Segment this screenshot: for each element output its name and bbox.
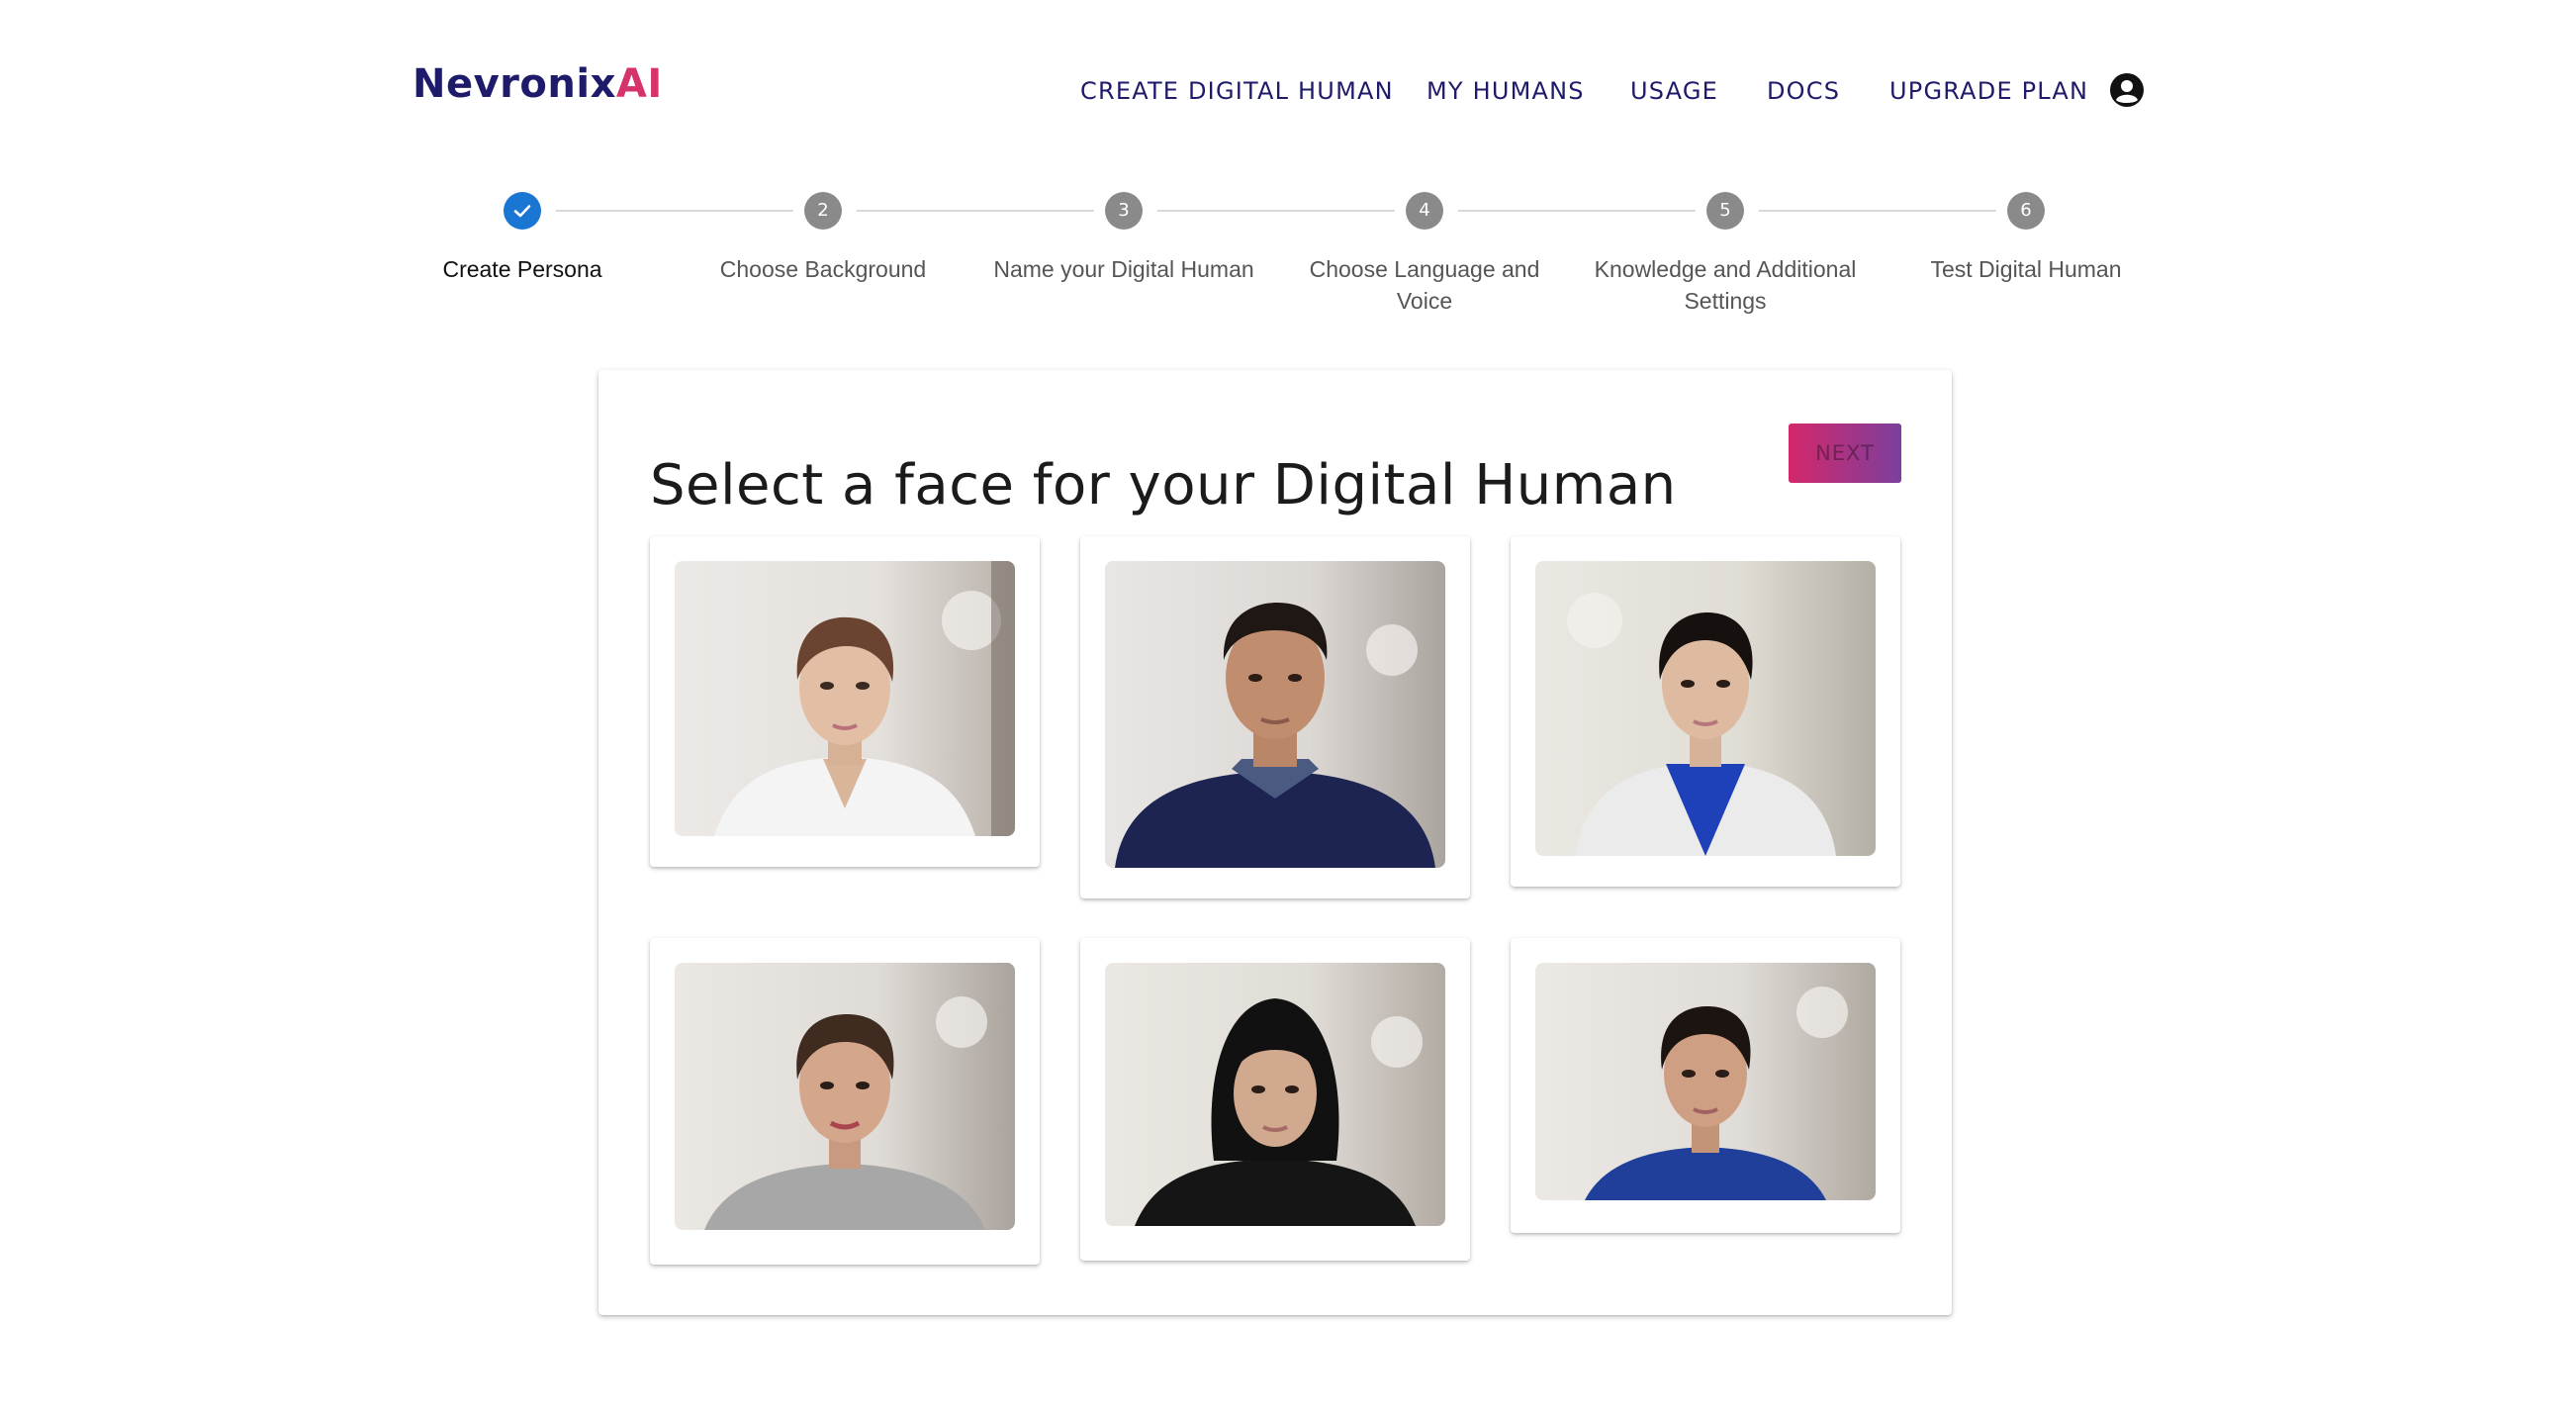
step-2-circle[interactable]: 2 (804, 192, 842, 230)
face-selection-card: Select a face for your Digital Human NEX… (598, 370, 1952, 1315)
nav-my-humans[interactable]: MY HUMANS (1426, 71, 1585, 111)
page-title: Select a face for your Digital Human (650, 452, 1677, 518)
step-connector (1157, 210, 1395, 212)
face-option-2[interactable] (1080, 536, 1470, 898)
nav-upgrade-plan[interactable]: UPGRADE PLAN (1889, 71, 2088, 111)
face-option-3[interactable] (1511, 536, 1900, 887)
step-connector (1759, 210, 1996, 212)
step-6-label: Test Digital Human (1930, 256, 2122, 282)
step-5-circle[interactable]: 5 (1706, 192, 1744, 230)
step-4-circle[interactable]: 4 (1406, 192, 1443, 230)
face-portrait-image (675, 561, 1015, 836)
step-1-label: Create Persona (442, 256, 602, 282)
face-option-1[interactable] (650, 536, 1040, 867)
face-portrait-image (1535, 963, 1876, 1200)
step-4-label: Choose Language and Voice (1309, 256, 1540, 314)
step-3-circle[interactable]: 3 (1105, 192, 1143, 230)
account-circle-icon[interactable] (2109, 72, 2145, 108)
step-6-circle[interactable]: 6 (2007, 192, 2045, 230)
face-option-6[interactable] (1511, 938, 1900, 1233)
face-option-4[interactable] (650, 938, 1040, 1265)
face-portrait-image (1535, 561, 1876, 856)
check-icon (513, 205, 531, 218)
nav-usage[interactable]: USAGE (1630, 71, 1718, 111)
step-2-label: Choose Background (719, 256, 927, 282)
step-connector (857, 210, 1094, 212)
step-connector (556, 210, 793, 212)
step-3-label: Name your Digital Human (993, 256, 1254, 282)
face-portrait-image (675, 963, 1015, 1230)
next-button[interactable]: NEXT (1789, 424, 1901, 483)
face-portrait-image (1105, 963, 1445, 1226)
face-portrait-image (1105, 561, 1445, 868)
step-5-label: Knowledge and Additional Settings (1594, 256, 1857, 314)
step-connector (1458, 210, 1696, 212)
face-option-5[interactable] (1080, 938, 1470, 1261)
nav-create-digital-human[interactable]: CREATE DIGITAL HUMAN (1080, 71, 1394, 111)
top-navigation: CREATE DIGITAL HUMAN MY HUMANS USAGE DOC… (0, 71, 2576, 111)
step-1-circle[interactable] (504, 192, 541, 230)
nav-docs[interactable]: DOCS (1767, 71, 1840, 111)
